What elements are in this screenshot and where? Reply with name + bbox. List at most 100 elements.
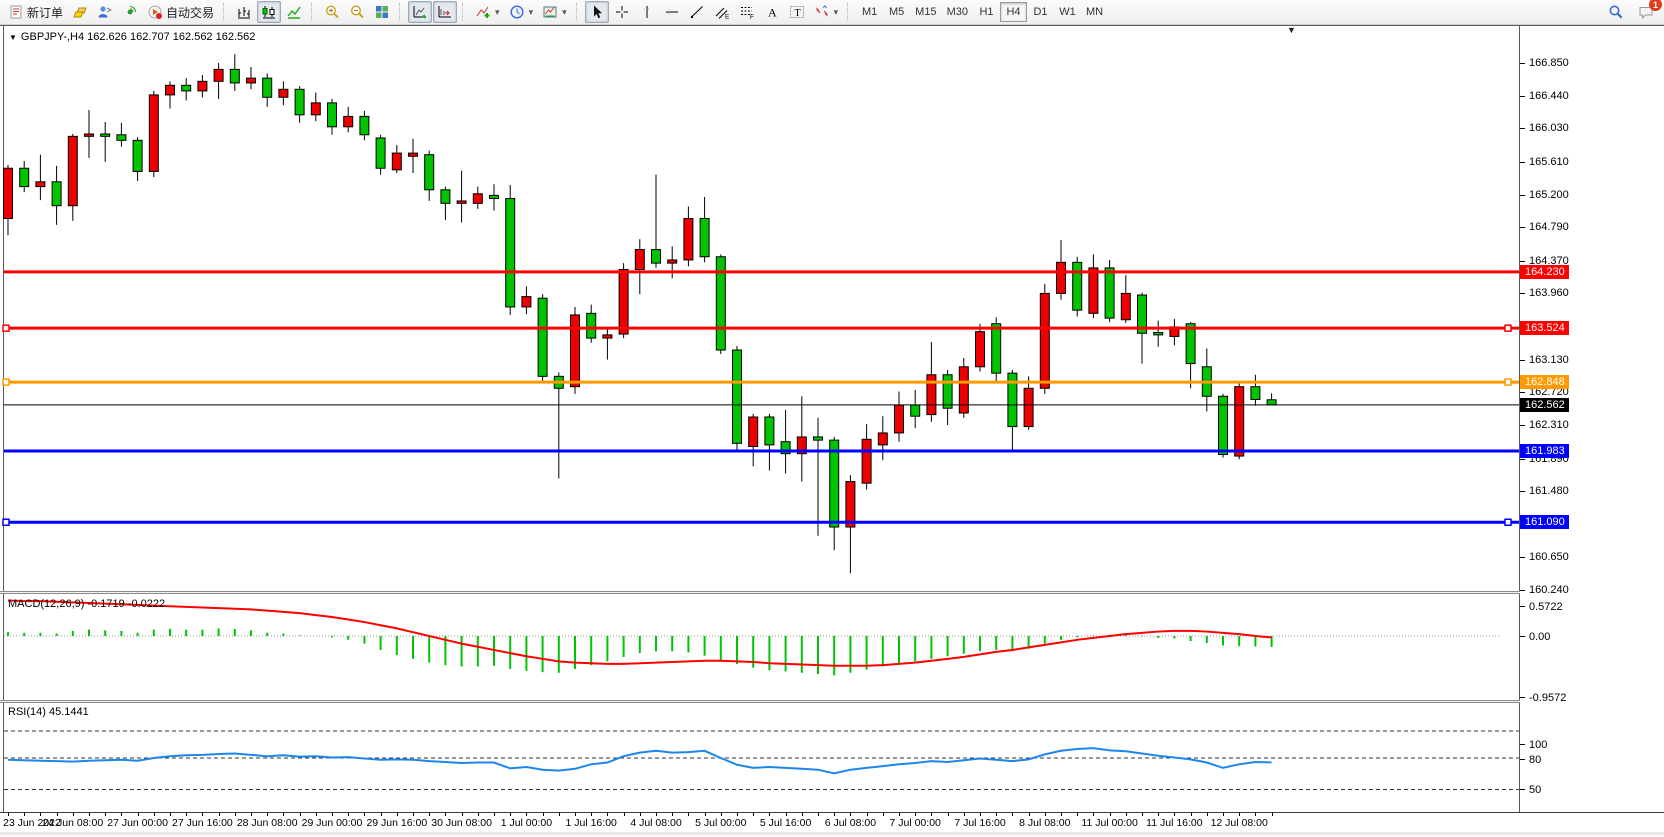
price-badge-163.524: 163.524 (1520, 321, 1569, 335)
candle (4, 168, 13, 218)
price-tick-label: 160.240 (1529, 584, 1569, 596)
svg-text:A: A (768, 6, 777, 20)
chart-shift-button[interactable] (433, 1, 457, 23)
chart-shift-marker-icon[interactable]: ▼ (1287, 25, 1296, 35)
panel-separator[interactable] (0, 591, 1664, 594)
candle (117, 135, 126, 141)
date-label: 1 Jul 16:00 (557, 817, 625, 829)
candle (166, 85, 175, 95)
candle (911, 405, 920, 416)
timeframe-M30[interactable]: M30 (942, 2, 973, 22)
candle (392, 153, 401, 170)
line-handle[interactable] (1505, 519, 1511, 525)
line-chart-button[interactable] (282, 1, 306, 23)
candle (85, 134, 94, 136)
arrows-tool-button[interactable]: ▾ (810, 1, 843, 23)
price-tick (1520, 227, 1525, 228)
rsi-label: RSI(14) 45.1441 (8, 706, 89, 718)
navigator-icon (122, 4, 138, 20)
notifications-button[interactable]: 1 (1634, 1, 1658, 23)
candle (895, 405, 904, 433)
candle (668, 260, 677, 263)
channel-tool-button[interactable]: E (710, 1, 734, 23)
date-axis[interactable]: 23 Jun 202224 Jun 08:0027 Jun 00:0027 Ju… (0, 812, 1664, 832)
auto-scroll-button[interactable] (408, 1, 432, 23)
line-handle[interactable] (1505, 379, 1511, 385)
chart-shift-icon (437, 4, 453, 20)
timeframe-M1[interactable]: M1 (856, 2, 883, 22)
zoom-out-icon (349, 4, 365, 20)
price-badge-162.848: 162.848 (1520, 375, 1569, 389)
macd-pane[interactable] (0, 595, 1519, 700)
svg-text:T: T (794, 8, 800, 19)
line-handle[interactable] (1505, 325, 1511, 331)
market-watch-button[interactable] (68, 1, 92, 23)
text-tool-button[interactable]: A (760, 1, 784, 23)
bar-chart-button[interactable] (232, 1, 256, 23)
chevron-down-icon: ▾ (529, 7, 534, 18)
price-tick-label: 166.030 (1529, 122, 1569, 134)
price-tick (1520, 459, 1525, 460)
indicators-button[interactable]: ▾ (471, 1, 504, 23)
macd-signal-line (8, 600, 1272, 665)
price-badge-162.562: 162.562 (1520, 398, 1569, 412)
candle (1073, 262, 1082, 310)
candle (295, 89, 304, 115)
text-label-tool-button[interactable]: T (785, 1, 809, 23)
timeframe-M15[interactable]: M15 (910, 2, 941, 22)
horizontal-line-tool-button[interactable] (660, 1, 684, 23)
new-order-button[interactable]: 新订单 (4, 1, 67, 23)
periods-button[interactable]: ▾ (505, 1, 538, 23)
candle (1089, 268, 1098, 313)
text-icon: A (764, 4, 780, 20)
candle (473, 194, 482, 204)
autotrading-button[interactable]: 自动交易 (143, 1, 218, 23)
zoom-in-button[interactable] (320, 1, 344, 23)
new-order-label: 新订单 (27, 4, 63, 21)
tile-windows-button[interactable] (370, 1, 394, 23)
date-label: 29 Jun 00:00 (298, 817, 366, 829)
candle (328, 103, 337, 127)
fibonacci-tool-button[interactable]: F (735, 1, 759, 23)
clock-icon (509, 4, 525, 20)
candlestick-chart-button[interactable] (257, 1, 281, 23)
zoom-out-button[interactable] (345, 1, 369, 23)
line-handle[interactable] (3, 379, 9, 385)
price-tick-label: 163.130 (1529, 354, 1569, 366)
search-button[interactable] (1604, 1, 1628, 23)
data-window-button[interactable] (93, 1, 117, 23)
candle (814, 437, 823, 440)
timeframe-D1[interactable]: D1 (1027, 2, 1054, 22)
crosshair-tool-button[interactable] (610, 1, 634, 23)
timeframe-W1[interactable]: W1 (1054, 2, 1081, 22)
price-tick-label: 161.480 (1529, 485, 1569, 497)
rsi-scale-label: 80 (1529, 754, 1541, 766)
price-tick (1520, 128, 1525, 129)
autotrading-label: 自动交易 (166, 4, 214, 21)
price-axis[interactable]: 166.850 166.440 166.030 165.610 165.200 … (1520, 51, 1664, 837)
date-label: 28 Jun 08:00 (233, 817, 301, 829)
line-handle[interactable] (3, 325, 9, 331)
price-tick (1520, 261, 1525, 262)
trendline-tool-button[interactable] (685, 1, 709, 23)
templates-button[interactable]: ▾ (538, 1, 571, 23)
timeframe-MN[interactable]: MN (1081, 2, 1108, 22)
navigator-button[interactable] (118, 1, 142, 23)
timeframe-H1[interactable]: H1 (973, 2, 1000, 22)
rsi-pane[interactable] (0, 703, 1519, 812)
timeframe-M5[interactable]: M5 (883, 2, 910, 22)
price-tick-label: 163.960 (1529, 287, 1569, 299)
price-chart-pane[interactable] (0, 26, 1519, 591)
candle (1154, 332, 1163, 334)
price-tick (1520, 425, 1525, 426)
price-tick (1520, 360, 1525, 361)
vertical-line-tool-button[interactable] (635, 1, 659, 23)
price-tick (1520, 162, 1525, 163)
date-label: 27 Jun 16:00 (168, 817, 236, 829)
symbol-dropdown-icon[interactable]: ▼ (9, 33, 17, 42)
candle (1024, 388, 1033, 426)
price-tick (1520, 392, 1525, 393)
timeframe-H4[interactable]: H4 (1000, 2, 1027, 22)
cursor-tool-button[interactable] (585, 1, 609, 23)
line-handle[interactable] (3, 519, 9, 525)
